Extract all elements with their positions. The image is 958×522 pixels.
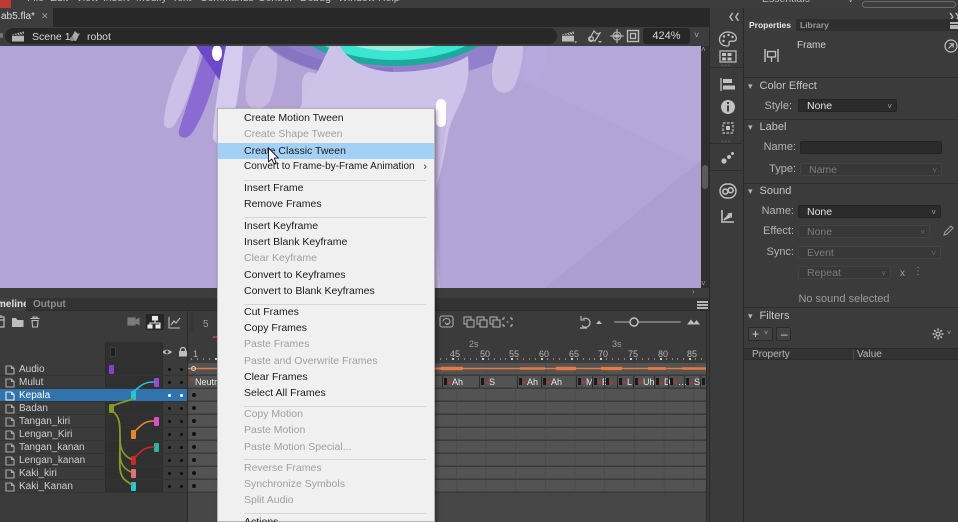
svg-text:5: 5 bbox=[203, 319, 209, 330]
